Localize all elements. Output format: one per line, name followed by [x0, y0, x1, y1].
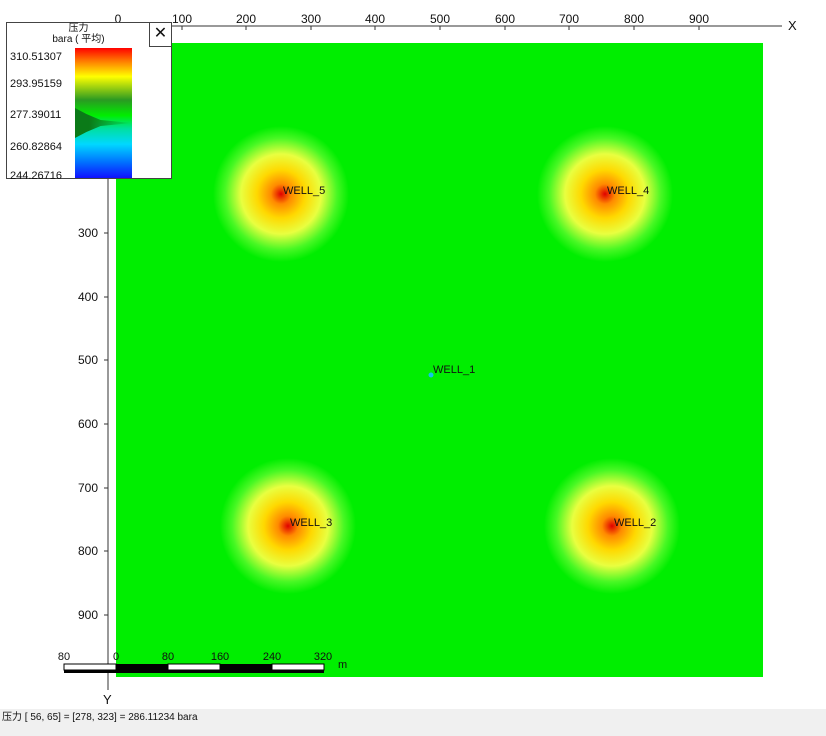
- legend-value: 293.95159: [10, 78, 62, 90]
- x-tick-label: 500: [429, 12, 451, 26]
- x-tick-label: 300: [300, 12, 322, 26]
- status-readout: 压力 [ 56, 65] = [278, 323] = 286.11234 ba…: [2, 712, 198, 723]
- y-tick-label: 900: [77, 608, 98, 622]
- legend-value: 260.82864: [10, 141, 62, 153]
- x-tick-label: 900: [688, 12, 710, 26]
- legend-header: 压力 bara ( 平均): [7, 23, 150, 47]
- scale-bar-tick-label: 0: [112, 651, 120, 663]
- y-axis-label: Y: [103, 692, 112, 707]
- x-tick-label: 400: [364, 12, 386, 26]
- y-tick-label: 800: [77, 544, 98, 558]
- x-tick-label: 800: [623, 12, 645, 26]
- scale-bar-tick-label: 160: [210, 651, 230, 663]
- legend-value: 244.26716: [10, 170, 62, 182]
- x-tick-label: 100: [171, 12, 193, 26]
- scale-bar-tick-label: 240: [262, 651, 282, 663]
- legend-subtitle: bara ( 平均): [52, 34, 105, 45]
- y-tick-label: 600: [77, 417, 98, 431]
- legend-value: 310.51307: [10, 51, 62, 63]
- well-label[interactable]: WELL_3: [290, 517, 332, 529]
- y-tick-label: 500: [77, 353, 98, 367]
- well-label[interactable]: WELL_1: [433, 364, 475, 376]
- scale-bar-unit: m: [338, 659, 348, 671]
- x-axis-label: X: [788, 18, 797, 33]
- close-icon[interactable]: ✕: [149, 23, 171, 47]
- scale-bar-tick-label: 80: [57, 651, 71, 663]
- y-tick-label: 400: [77, 290, 98, 304]
- x-tick-label: 600: [494, 12, 516, 26]
- well-label[interactable]: WELL_4: [607, 185, 649, 197]
- scale-bar-tick-label: 320: [313, 651, 333, 663]
- legend-value: 277.39011: [10, 109, 62, 121]
- scale-bar-tick-label: 80: [161, 651, 175, 663]
- color-legend[interactable]: 压力 bara ( 平均) ✕ 310.51307 293.95159 277.39…: [6, 22, 172, 182]
- x-tick-label: 700: [558, 12, 580, 26]
- well-label[interactable]: WELL_2: [614, 517, 656, 529]
- x-tick-label: 200: [235, 12, 257, 26]
- status-bar: 压力 [ 56, 65] = [278, 323] = 286.11234 ba…: [0, 709, 826, 736]
- well-label[interactable]: WELL_5: [283, 185, 325, 197]
- pressure-field-map[interactable]: [116, 43, 763, 677]
- y-tick-label: 700: [77, 481, 98, 495]
- legend-title: 压力: [68, 23, 89, 34]
- y-tick-label: 300: [77, 226, 98, 240]
